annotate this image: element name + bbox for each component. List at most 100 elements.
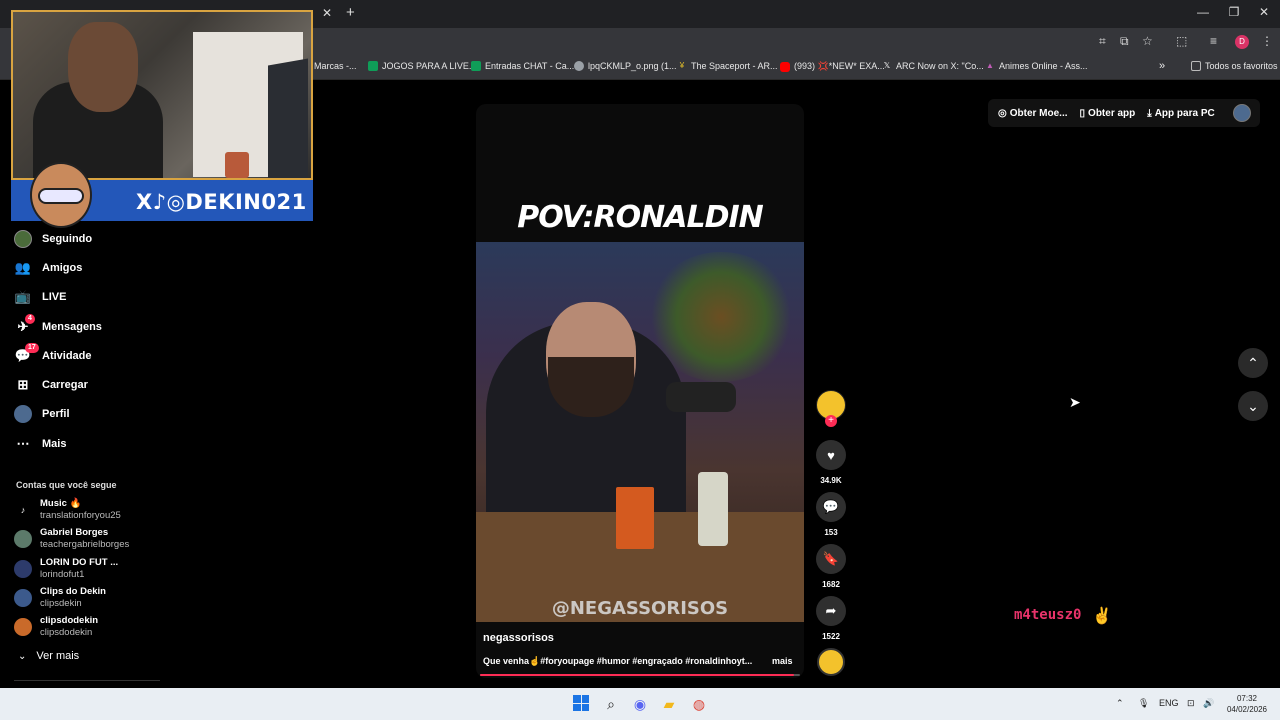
bookmark-star-icon[interactable]: ☆ [1142, 34, 1153, 48]
sidebar-item-messages[interactable]: ✈ 4 Mensagens [14, 314, 102, 336]
get-coins-button[interactable]: ◎ Obter Moe... [998, 108, 1068, 119]
bookmark-icon: 🔖 [822, 551, 840, 566]
new-tab-icon[interactable]: + [346, 4, 355, 21]
all-bookmarks-folder[interactable]: Todos os favoritos [1191, 61, 1278, 71]
sidebar-item-label: Mensagens [42, 321, 102, 333]
language-indicator[interactable]: ENG [1159, 698, 1179, 708]
sidebar-item-label: Mais [42, 438, 67, 450]
like-count: 34.9K [820, 476, 842, 485]
previous-video-button[interactable]: ⌃ [1238, 348, 1268, 378]
sidebar-item-more[interactable]: ⋯ Mais [14, 435, 67, 453]
sidebar-item-label: Amigos [42, 262, 83, 274]
sidebar-item-friends[interactable]: 👥 Amigos [14, 259, 82, 277]
video-caption: Que venha☝️#foryoupage #humor #engraçado… [483, 656, 753, 666]
file-explorer-icon[interactable]: ▰ [660, 695, 678, 713]
volume-icon[interactable]: 🔊 [1203, 698, 1214, 709]
followed-account[interactable]: ♪ Music 🔥 translationforyou25 [14, 498, 121, 522]
tray-overflow-icon[interactable]: ⌃ [1116, 698, 1124, 709]
chrome-icon[interactable]: ◍ [690, 695, 708, 713]
minimize-icon[interactable]: — [1193, 5, 1213, 19]
comment-count: 153 [824, 528, 838, 537]
extensions-icon[interactable]: ⬚ [1176, 34, 1187, 48]
video-scene [476, 242, 804, 622]
coin-icon: ◎ [998, 107, 1007, 119]
video-progress-bar[interactable] [480, 674, 800, 676]
sidebar-item-live[interactable]: 📺 LIVE [14, 288, 67, 306]
avatar [14, 530, 32, 548]
translate-icon[interactable]: ⌗ [1099, 34, 1106, 49]
cast-icon[interactable]: ⧉ [1120, 34, 1129, 49]
chevron-down-icon: ⌄ [18, 650, 27, 662]
avatar [14, 560, 32, 578]
like-button[interactable]: ♥ [816, 440, 846, 470]
followed-account[interactable]: Gabriel Borges teachergabrielborges [14, 527, 129, 551]
chevron-down-icon: ⌄ [1247, 397, 1259, 414]
upload-icon: ⊞ [17, 377, 29, 392]
caption-more-button[interactable]: mais [772, 656, 793, 666]
comment-icon: 💬 [822, 499, 840, 514]
sidebar-item-profile[interactable]: Perfil [14, 405, 70, 423]
discord-icon[interactable]: ◉ [631, 695, 649, 713]
bookmark-item[interactable]: JOGOS PARA A LIVE... [368, 61, 476, 71]
bookmark-item[interactable]: Entradas CHAT - Ca... [471, 61, 574, 71]
get-app-button[interactable]: ▯ Obter app [1080, 108, 1136, 119]
media-control-icon[interactable]: ≡ [1210, 34, 1217, 48]
followed-account[interactable]: Clips do Dekin clipsdekin [14, 586, 106, 610]
bookmark-item[interactable]: ¥ The Spaceport - AR... [677, 61, 778, 71]
restore-icon[interactable]: ❐ [1224, 5, 1244, 19]
sidebar-divider [14, 680, 160, 681]
bookmark-item[interactable]: 𝕏 ARC Now on X: "Co... [882, 61, 984, 71]
browser-profile-avatar[interactable]: D [1235, 35, 1249, 49]
microphone-icon[interactable]: 🎙 [1138, 698, 1149, 709]
webcam-mug [225, 152, 249, 178]
profile-icon [14, 405, 32, 423]
webcam-monitor [268, 58, 308, 178]
bookmarks-overflow-icon[interactable]: » [1159, 60, 1165, 72]
window-close-icon[interactable]: ✕ [1254, 5, 1274, 19]
following-icon [14, 230, 32, 248]
network-icon[interactable]: ⊡ [1187, 698, 1195, 709]
save-button[interactable]: 🔖 [816, 544, 846, 574]
folder-icon [1191, 61, 1201, 71]
video-title-overlay: POV:RONALDIN [517, 200, 764, 235]
sidebar-item-activity[interactable]: 💬 17 Atividade [14, 343, 92, 365]
share-icon: ➦ [825, 603, 837, 618]
comment-button[interactable]: 💬 [816, 492, 846, 522]
sidebar-item-following[interactable]: Seguindo [14, 230, 92, 248]
video-progress-fill [480, 674, 794, 676]
screen: ✕ + — ❐ ✕ ⌗ ⧉ ☆ ⬚ ≡ D ⋮ Marcas -... JOGO… [0, 0, 1280, 720]
taskbar-clock[interactable]: 07:32 04/02/2026 [1222, 693, 1272, 715]
windows-start-icon[interactable] [573, 695, 589, 711]
globe-icon [574, 61, 584, 71]
bookmark-item[interactable]: ▲ Animes Online - Ass... [985, 61, 1088, 71]
sheets-icon [368, 61, 378, 71]
sidebar-item-upload[interactable]: ⊞ Carregar [14, 376, 88, 394]
see-more-button[interactable]: ⌄ Ver mais [18, 650, 79, 662]
followed-account[interactable]: clipsdodekin clipsdodekin [14, 615, 98, 639]
bookmark-item[interactable]: lpqCKMLP_o.png (1... [574, 61, 677, 71]
top-actions-bar: ◎ Obter Moe... ▯ Obter app ⤓ App para PC [988, 99, 1260, 127]
music-disc[interactable] [817, 648, 845, 676]
user-avatar[interactable] [1232, 104, 1251, 122]
bookmark-item[interactable]: (993) 💢*NEW* EXA... [780, 61, 885, 72]
video-author[interactable]: negassorisos [483, 632, 554, 644]
video-player[interactable]: POV:RONALDIN @NEGASSORISOS [476, 104, 804, 678]
save-count: 1682 [822, 580, 840, 589]
pc-app-button[interactable]: ⤓ App para PC [1147, 108, 1214, 119]
messages-icon: ✈ 4 [14, 314, 35, 336]
share-button[interactable]: ➦ [816, 596, 846, 626]
activity-icon: 💬 17 [14, 343, 39, 365]
browser-menu-icon[interactable]: ⋮ [1261, 34, 1273, 48]
close-tab-icon[interactable]: ✕ [322, 6, 332, 20]
followed-account[interactable]: LORIN DO FUT ... lorindofut1 [14, 557, 118, 581]
chevron-up-icon: ⌃ [1247, 354, 1259, 371]
cartoon-glasses [38, 188, 84, 204]
follow-plus-icon[interactable]: + [825, 415, 837, 427]
phone-icon: ▯ [1079, 107, 1086, 119]
share-count: 1522 [822, 632, 840, 641]
bookmark-item[interactable]: Marcas -... [314, 61, 357, 71]
scene-can [698, 472, 728, 546]
next-video-button[interactable]: ⌄ [1238, 391, 1268, 421]
search-icon[interactable]: ⌕ [602, 695, 620, 713]
sidebar-item-label: LIVE [42, 291, 67, 303]
